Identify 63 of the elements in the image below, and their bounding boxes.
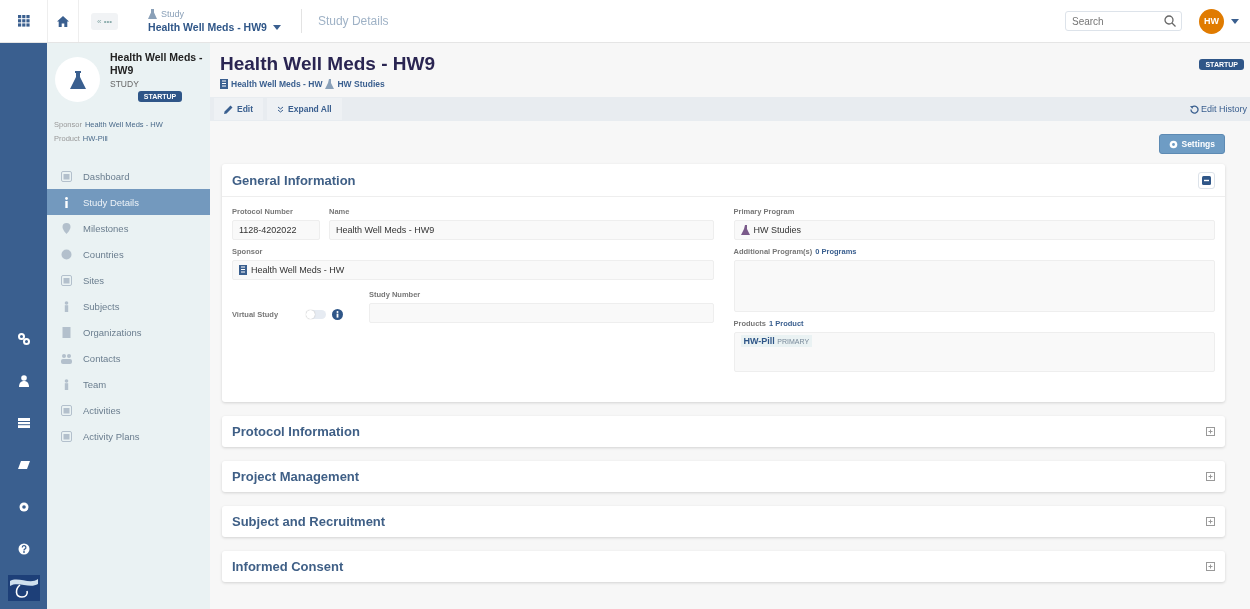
page-title: Health Well Meds - HW9 — [220, 53, 435, 75]
sidebar-item[interactable]: Milestones — [47, 215, 210, 241]
history-icon — [1190, 104, 1199, 114]
logo-icon[interactable] — [7, 575, 40, 601]
sidebar-item[interactable]: Team — [47, 371, 210, 397]
home-icon[interactable] — [57, 15, 69, 27]
pin-icon — [61, 222, 72, 234]
chevrons-icon — [277, 105, 285, 113]
program-link[interactable]: HW Studies — [337, 79, 385, 89]
sidebar-item[interactable]: Activity Plans — [47, 423, 210, 449]
pencil-icon — [224, 104, 233, 114]
sidebar-item[interactable]: Organizations — [47, 319, 210, 345]
list-icon[interactable] — [17, 417, 30, 429]
user-icon[interactable] — [17, 375, 30, 387]
primary-program-field[interactable]: HW Studies — [733, 220, 1215, 240]
section-title[interactable]: General Information — [232, 172, 356, 188]
search-field[interactable]: Search — [1065, 11, 1182, 31]
sidebar-item[interactable]: Sites — [47, 267, 210, 293]
apps-grid-icon[interactable] — [17, 15, 30, 27]
sidebar-item[interactable]: Activities — [47, 397, 210, 423]
program-icon — [740, 225, 750, 235]
program-icon — [325, 79, 335, 89]
study-title: Health Well Meds - HW9 — [110, 51, 204, 77]
edit-button[interactable]: Edit — [214, 98, 264, 120]
expand-icon[interactable] — [1206, 427, 1215, 436]
virtual-study-toggle[interactable] — [306, 309, 326, 319]
expand-all-button[interactable]: Expand All — [267, 98, 342, 120]
people-icon — [61, 352, 72, 364]
section-title[interactable]: Informed Consent — [232, 559, 344, 574]
building-icon — [220, 79, 228, 89]
edit-history-button[interactable]: Edit History — [1190, 104, 1250, 114]
caret-icon — [272, 24, 281, 30]
sidebar-item[interactable]: Subjects — [47, 293, 210, 319]
flask-icon — [69, 70, 86, 89]
study-type: STUDY — [110, 79, 139, 89]
collapse-button[interactable] — [1198, 171, 1215, 189]
caret-icon[interactable] — [1231, 18, 1239, 24]
sponsor-link[interactable]: Health Well Meds - HW — [231, 79, 323, 89]
sponsor-field[interactable]: Health Well Meds - HW — [232, 260, 714, 280]
expand-icon[interactable] — [1206, 472, 1215, 481]
help-icon[interactable] — [17, 543, 30, 555]
sidebar-item[interactable]: Dashboard — [47, 163, 210, 189]
section-title[interactable]: Project Management — [232, 469, 360, 484]
section-title[interactable]: Subject and Recruitment — [232, 514, 386, 529]
protocol-number-field[interactable]: 1128-4202022 — [232, 220, 320, 240]
settings-icon[interactable] — [17, 501, 30, 513]
expand-icon[interactable] — [1206, 562, 1215, 571]
flask-icon — [148, 9, 158, 19]
name-field[interactable]: Health Well Meds - HW9 — [329, 220, 714, 240]
link-icon[interactable] — [17, 333, 30, 345]
study-dropdown[interactable]: Health Well Meds - HW9 — [148, 21, 281, 33]
sidebar-item[interactable]: Countries — [47, 241, 210, 267]
expand-icon[interactable] — [1206, 517, 1215, 526]
breadcrumb-label: Study — [161, 9, 185, 19]
breadcrumb-current: Study Details — [317, 14, 389, 28]
building-icon — [239, 265, 247, 275]
sidebar-item[interactable]: Contacts — [47, 345, 210, 371]
search-icon — [1164, 15, 1176, 27]
building-icon — [61, 326, 72, 338]
info-icon[interactable] — [332, 308, 343, 320]
settings-icon — [1169, 139, 1179, 149]
minus-icon — [1202, 175, 1211, 185]
section-title[interactable]: Protocol Information — [232, 424, 360, 439]
